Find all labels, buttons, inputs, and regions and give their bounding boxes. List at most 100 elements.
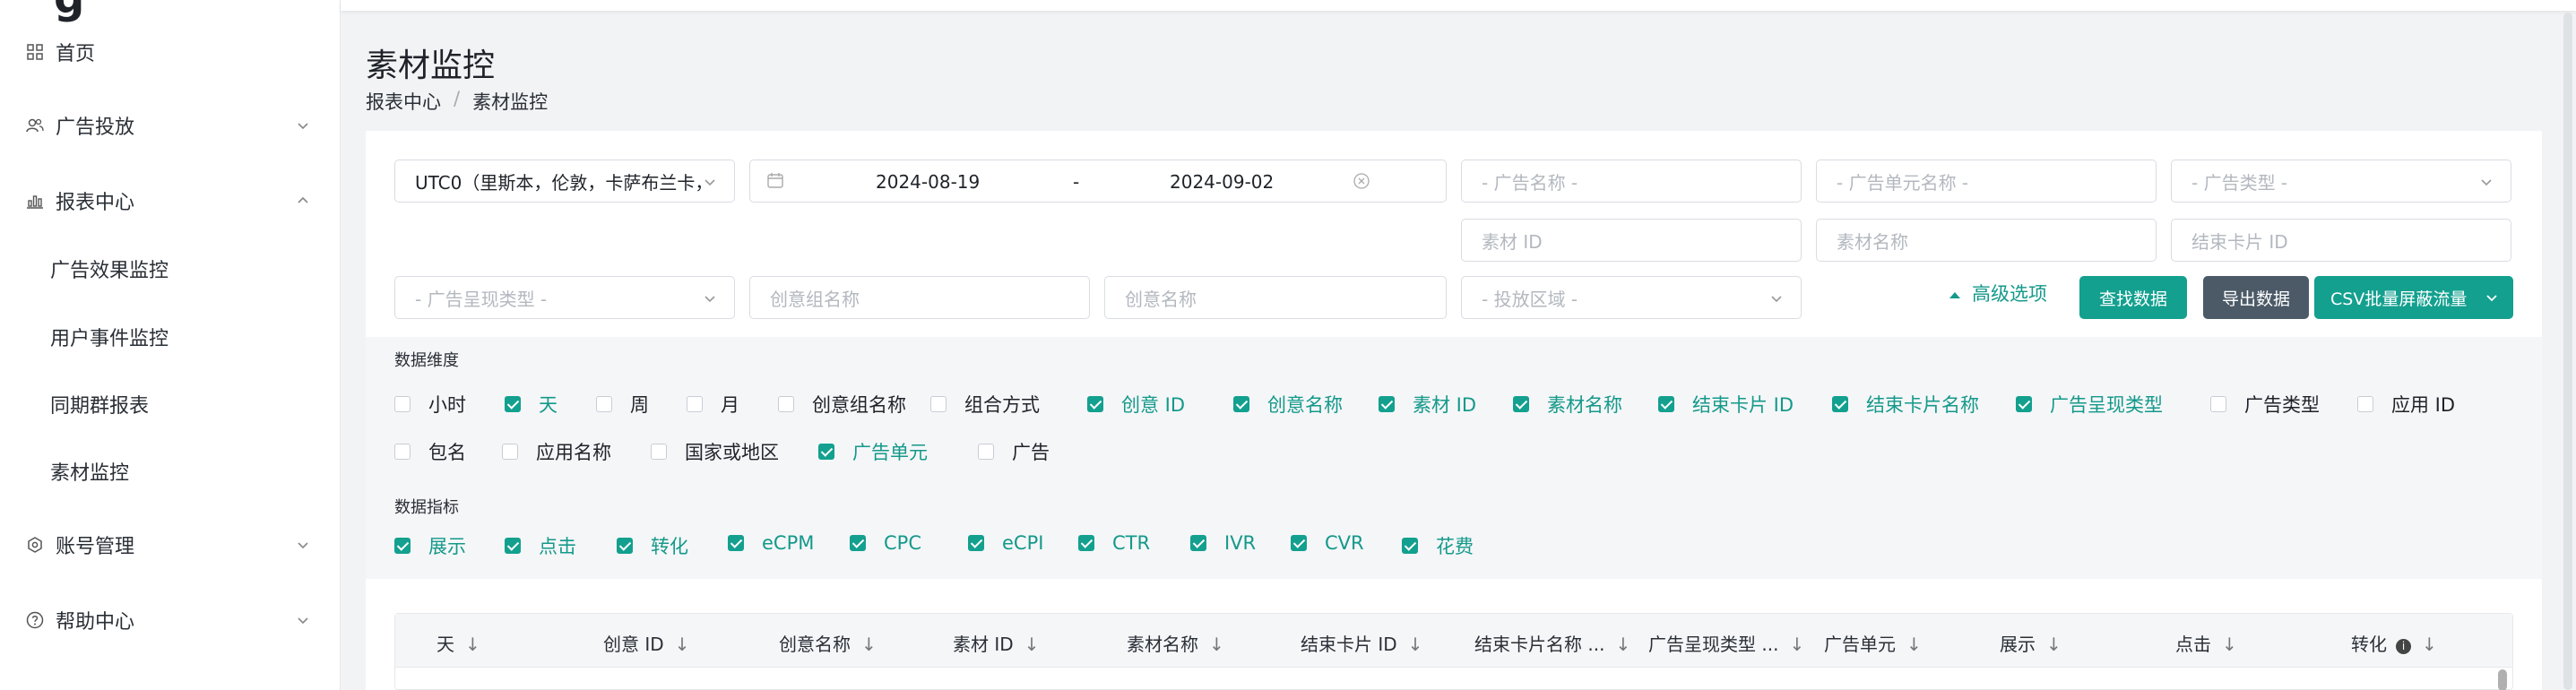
dimension-checkbox[interactable]: 应用 ID — [2357, 391, 2455, 418]
sidebar-subitem-asset-monitor[interactable]: 素材监控 — [0, 444, 341, 498]
column-header[interactable]: 转化 i ↓ — [2351, 630, 2437, 656]
column-header[interactable]: 广告单元 ↓ — [1824, 630, 1922, 656]
csv-block-label: CSV批量屏蔽流量 — [2330, 289, 2468, 309]
sort-icon[interactable]: ↓ — [2046, 634, 2062, 655]
region-select[interactable]: - 投放区域 - — [1461, 276, 1802, 319]
dimension-checkbox[interactable]: 组合方式 — [930, 391, 1040, 418]
dimension-checkbox[interactable]: 创意 ID — [1087, 391, 1185, 418]
column-header[interactable]: 广告呈现类型 ... ↓ — [1648, 630, 1804, 656]
checkbox-box — [1832, 396, 1848, 412]
breadcrumb-item-report-center[interactable]: 报表中心 — [366, 88, 441, 115]
sidebar-item-home[interactable]: 首页 — [0, 25, 341, 79]
column-header[interactable]: 点击 ↓ — [2175, 630, 2237, 656]
dimension-checkbox[interactable]: 素材 ID — [1379, 391, 1476, 418]
sidebar-subitem-cohort[interactable]: 同期群报表 — [0, 377, 341, 431]
sidebar-item-report-center[interactable]: 报表中心 — [0, 174, 341, 228]
dimension-checkbox[interactable]: 国家或地区 — [651, 438, 779, 465]
asset-name-input[interactable]: 素材名称 — [1816, 219, 2157, 262]
sort-icon[interactable]: ↓ — [1615, 634, 1630, 655]
advanced-options-toggle[interactable]: 高级选项 — [1949, 280, 2047, 306]
column-header[interactable]: 素材 ID ↓ — [953, 630, 1039, 656]
metric-checkbox[interactable]: 转化 — [617, 532, 688, 559]
endcard-id-placeholder: 结束卡片 ID — [2191, 230, 2288, 253]
dimension-checkbox-label: 创意组名称 — [812, 394, 906, 416]
dimension-checkbox[interactable]: 应用名称 — [502, 438, 611, 465]
metric-checkbox[interactable]: 点击 — [505, 532, 576, 559]
dimension-checkbox[interactable]: 广告呈现类型 — [2016, 391, 2163, 418]
ad-type-select[interactable]: - 广告类型 - — [2171, 160, 2511, 203]
display-type-select[interactable]: - 广告呈现类型 - — [394, 276, 735, 319]
sort-icon[interactable]: ↓ — [1408, 634, 1423, 655]
column-header-label: 展示 — [2000, 634, 2036, 655]
checkbox-box — [2210, 396, 2226, 412]
metric-checkbox[interactable]: CTR — [1078, 532, 1150, 554]
ad-name-input[interactable]: - 广告名称 - — [1461, 160, 1802, 203]
dimension-checkbox[interactable]: 创意名称 — [1233, 391, 1343, 418]
column-header[interactable]: 结束卡片名称 ... ↓ — [1474, 630, 1630, 656]
search-button[interactable]: 查找数据 — [2079, 276, 2187, 319]
column-header[interactable]: 展示 ↓ — [2000, 630, 2062, 656]
dimension-checkbox[interactable]: 广告 — [978, 438, 1050, 465]
dimension-checkbox[interactable]: 月 — [687, 391, 739, 418]
column-header-label: 点击 — [2175, 634, 2211, 655]
column-header[interactable]: 素材名称 ↓ — [1127, 630, 1224, 656]
column-header[interactable]: 天 ↓ — [437, 630, 480, 656]
dimension-checkbox[interactable]: 小时 — [394, 391, 466, 418]
info-icon[interactable]: i — [2396, 639, 2411, 654]
metric-checkbox[interactable]: eCPI — [968, 532, 1043, 554]
csv-block-button[interactable]: CSV批量屏蔽流量 — [2314, 276, 2513, 319]
page-scrollbar[interactable] — [2563, 13, 2572, 690]
dimension-checkbox[interactable]: 广告单元 — [818, 438, 928, 465]
sort-icon[interactable]: ↓ — [861, 634, 877, 655]
date-range-picker[interactable]: 2024-08-19 - 2024-09-02 — [749, 160, 1447, 203]
metric-checkbox[interactable]: 展示 — [394, 532, 466, 559]
sort-icon[interactable]: ↓ — [1209, 634, 1224, 655]
sort-icon[interactable]: ↓ — [675, 634, 690, 655]
sidebar-subitem-ad-performance[interactable]: 广告效果监控 — [0, 242, 341, 296]
dimension-checkbox[interactable]: 结束卡片名称 — [1832, 391, 1979, 418]
dimension-checkbox[interactable]: 结束卡片 ID — [1658, 391, 1794, 418]
sort-icon[interactable]: ↓ — [2422, 634, 2437, 655]
export-button[interactable]: 导出数据 — [2203, 276, 2309, 319]
dimension-checkbox[interactable]: 包名 — [394, 438, 466, 465]
metric-checkbox[interactable]: IVR — [1190, 532, 1256, 554]
sort-icon[interactable]: ↓ — [1906, 634, 1922, 655]
metric-checkbox[interactable]: 花费 — [1402, 532, 1474, 559]
table-scrollbar[interactable] — [2498, 669, 2507, 690]
asset-id-input[interactable]: 素材 ID — [1461, 219, 1802, 262]
column-header[interactable]: 创意 ID ↓ — [603, 630, 689, 656]
checkbox-box — [394, 396, 411, 412]
adunit-name-input[interactable]: - 广告单元名称 - — [1816, 160, 2157, 203]
sidebar-item-account[interactable]: 账号管理 — [0, 518, 341, 572]
chevron-down-icon — [294, 116, 312, 134]
dimension-checkbox[interactable]: 广告类型 — [2210, 391, 2320, 418]
sort-icon[interactable]: ↓ — [465, 634, 480, 655]
sort-icon[interactable]: ↓ — [1024, 634, 1040, 655]
sidebar-item-ad-delivery[interactable]: 广告投放 — [0, 99, 341, 152]
dimension-metric-panel: 数据维度 小时 天 周 月 创意组名称 组合方式 创意 ID 创意名称 素材 ID 素材名称 结束卡… — [366, 337, 2542, 579]
column-header[interactable]: 结束卡片 ID ↓ — [1301, 630, 1422, 656]
ad-name-placeholder: - 广告名称 - — [1482, 171, 1578, 194]
clear-icon[interactable] — [1353, 172, 1370, 194]
metric-checkbox[interactable]: CPC — [850, 532, 921, 554]
sort-icon[interactable]: ↓ — [2222, 634, 2237, 655]
dimension-checkbox-label: 应用名称 — [536, 442, 611, 463]
creative-name-input[interactable]: 创意名称 — [1104, 276, 1447, 319]
endcard-id-input[interactable]: 结束卡片 ID — [2171, 219, 2511, 262]
column-header[interactable]: 创意名称 ↓ — [779, 630, 877, 656]
metric-checkbox[interactable]: CVR — [1291, 532, 1364, 554]
dimensions-label: 数据维度 — [394, 351, 459, 370]
sort-icon[interactable]: ↓ — [1789, 634, 1804, 655]
dimension-checkbox[interactable]: 素材名称 — [1513, 391, 1622, 418]
date-end: 2024-09-02 — [1170, 171, 1275, 193]
dimension-checkbox[interactable]: 创意组名称 — [778, 391, 906, 418]
timezone-select[interactable]: UTC0（里斯本，伦敦，卡萨布兰卡， — [394, 160, 735, 203]
dimension-checkbox[interactable]: 周 — [596, 391, 649, 418]
dimension-checkbox[interactable]: 天 — [505, 391, 558, 418]
dimension-checkbox-label: 天 — [539, 394, 558, 416]
sidebar-item-help[interactable]: 帮助中心 — [0, 593, 341, 647]
chevron-down-icon — [1768, 289, 1785, 306]
creative-group-input[interactable]: 创意组名称 — [749, 276, 1090, 319]
metric-checkbox[interactable]: eCPM — [728, 532, 814, 554]
sidebar-subitem-user-events[interactable]: 用户事件监控 — [0, 310, 341, 364]
